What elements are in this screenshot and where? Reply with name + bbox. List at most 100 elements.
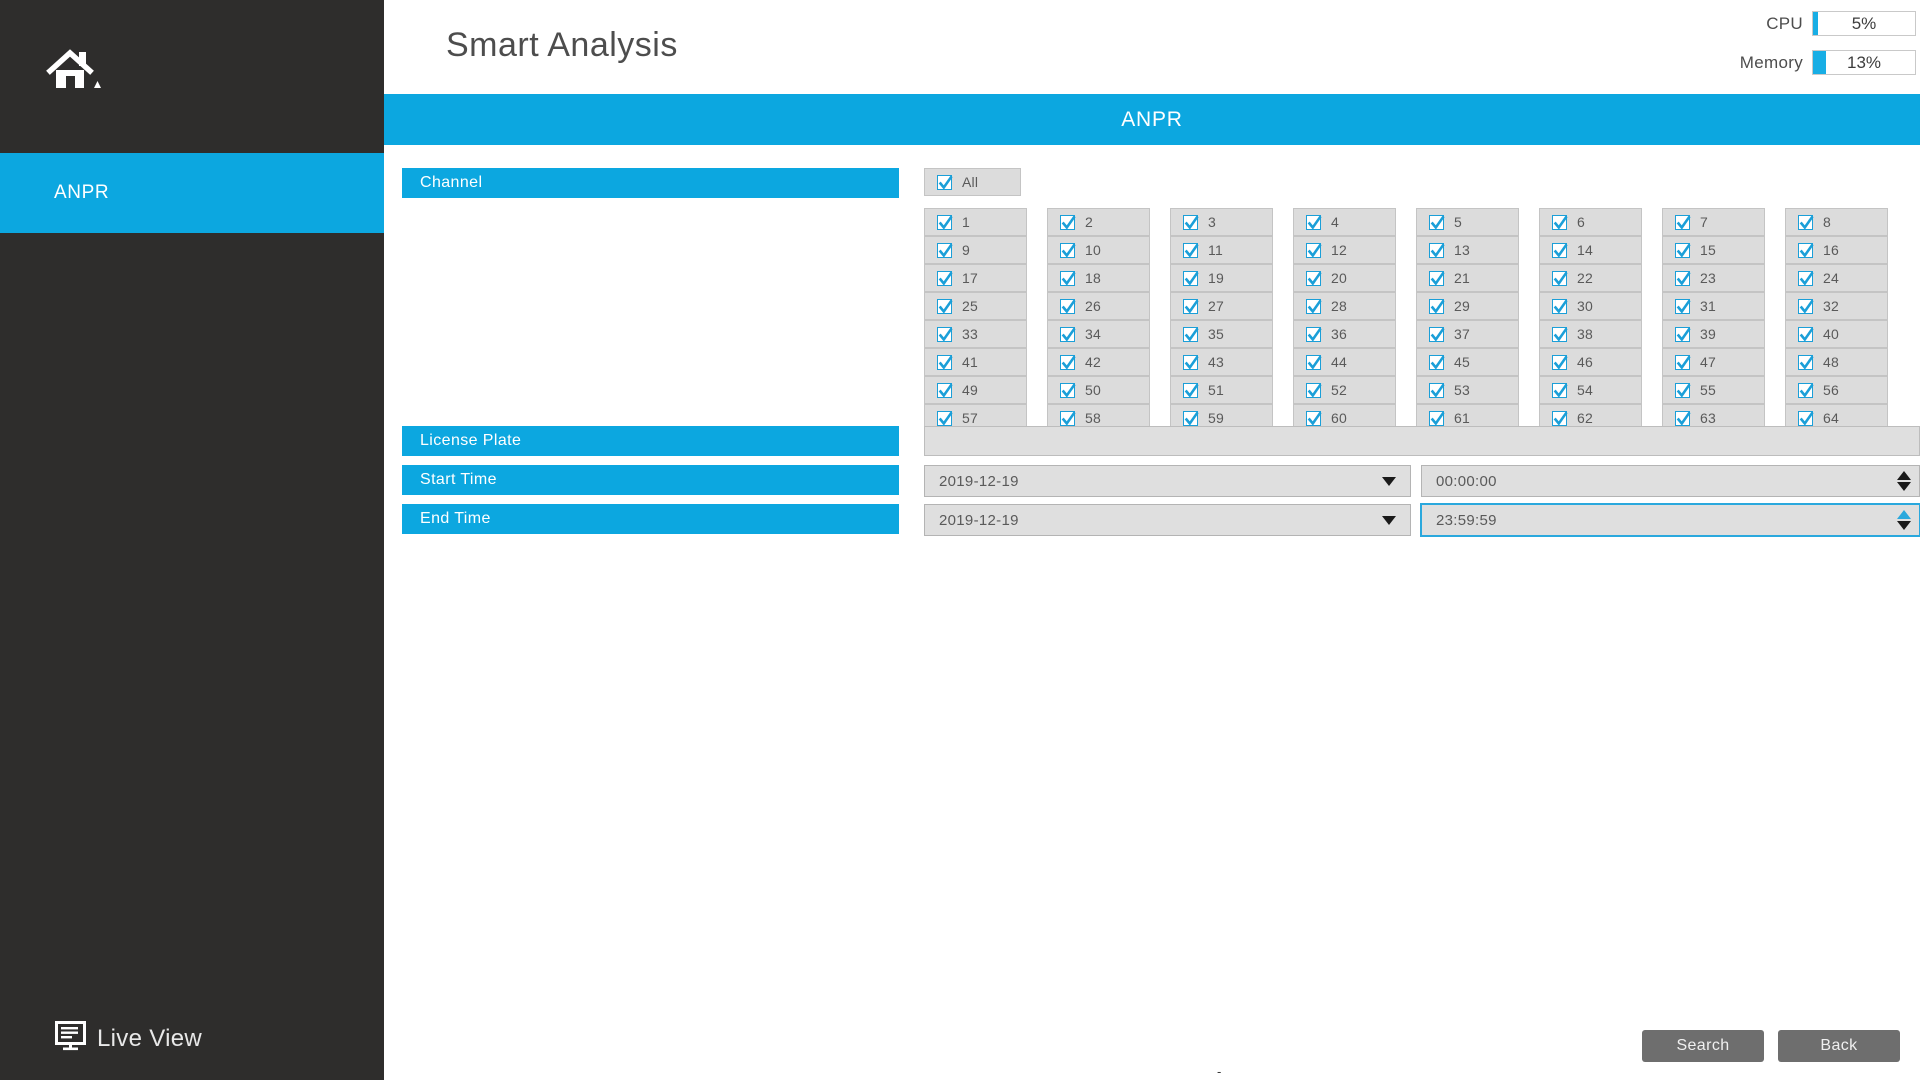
channel-checkbox-15[interactable]: 15: [1662, 236, 1765, 264]
channel-checkbox-56[interactable]: 56: [1785, 376, 1888, 404]
channel-label: 33: [962, 326, 978, 342]
channel-checkbox-27[interactable]: 27: [1170, 292, 1273, 320]
end-date-select[interactable]: 2019-12-19: [924, 504, 1411, 536]
channel-checkbox-19[interactable]: 19: [1170, 264, 1273, 292]
channel-checkbox-10[interactable]: 10: [1047, 236, 1150, 264]
spinner-down-icon[interactable]: [1897, 521, 1911, 530]
channel-checkbox-40[interactable]: 40: [1785, 320, 1888, 348]
channel-checkbox-30[interactable]: 30: [1539, 292, 1642, 320]
spinner-up-icon[interactable]: [1897, 510, 1911, 519]
channel-checkbox-33[interactable]: 33: [924, 320, 1027, 348]
channel-checkbox-2[interactable]: 2: [1047, 208, 1150, 236]
end-time-spinner[interactable]: 23:59:59: [1421, 504, 1920, 536]
channel-label: 22: [1577, 270, 1593, 286]
channel-checkbox-51[interactable]: 51: [1170, 376, 1273, 404]
license-plate-label: License Plate: [402, 426, 899, 456]
channel-checkbox-42[interactable]: 42: [1047, 348, 1150, 376]
channel-label: 20: [1331, 270, 1347, 286]
channel-label: 24: [1823, 270, 1839, 286]
channel-checkbox-8[interactable]: 8: [1785, 208, 1888, 236]
channel-checkbox-55[interactable]: 55: [1662, 376, 1765, 404]
channel-checkbox-39[interactable]: 39: [1662, 320, 1765, 348]
channel-checkbox-46[interactable]: 46: [1539, 348, 1642, 376]
channel-checkbox-21[interactable]: 21: [1416, 264, 1519, 292]
channel-checkbox-47[interactable]: 47: [1662, 348, 1765, 376]
checkbox-icon: [1183, 411, 1198, 426]
channel-checkbox-49[interactable]: 49: [924, 376, 1027, 404]
checkbox-icon: [937, 271, 952, 286]
channel-checkbox-54[interactable]: 54: [1539, 376, 1642, 404]
channel-label: 54: [1577, 382, 1593, 398]
channel-checkbox-53[interactable]: 53: [1416, 376, 1519, 404]
channel-checkbox-12[interactable]: 12: [1293, 236, 1396, 264]
spinner-down-icon[interactable]: [1897, 482, 1911, 491]
channel-checkbox-18[interactable]: 18: [1047, 264, 1150, 292]
checkbox-icon: [1429, 243, 1444, 258]
channel-checkbox-44[interactable]: 44: [1293, 348, 1396, 376]
checkbox-icon: [1798, 299, 1813, 314]
channel-checkbox-28[interactable]: 28: [1293, 292, 1396, 320]
channel-label: 55: [1700, 382, 1716, 398]
channel-checkbox-23[interactable]: 23: [1662, 264, 1765, 292]
checkbox-icon: [1060, 411, 1075, 426]
checkbox-icon: [1183, 355, 1198, 370]
channel-checkbox-6[interactable]: 6: [1539, 208, 1642, 236]
channel-checkbox-7[interactable]: 7: [1662, 208, 1765, 236]
cpu-meter-value: 5%: [1813, 12, 1915, 35]
channel-checkbox-31[interactable]: 31: [1662, 292, 1765, 320]
channel-checkbox-11[interactable]: 11: [1170, 236, 1273, 264]
channel-label: 58: [1085, 410, 1101, 426]
license-plate-input[interactable]: [924, 426, 1920, 456]
home-button[interactable]: [46, 48, 116, 98]
back-button[interactable]: Back: [1778, 1030, 1900, 1062]
channel-checkbox-35[interactable]: 35: [1170, 320, 1273, 348]
monitor-icon: [55, 1020, 88, 1057]
channel-checkbox-13[interactable]: 13: [1416, 236, 1519, 264]
channel-checkbox-43[interactable]: 43: [1170, 348, 1273, 376]
channel-label: 36: [1331, 326, 1347, 342]
channel-checkbox-38[interactable]: 38: [1539, 320, 1642, 348]
channel-checkbox-22[interactable]: 22: [1539, 264, 1642, 292]
footer-buttons: Search Back: [1642, 1030, 1900, 1062]
channel-label: 63: [1700, 410, 1716, 426]
channel-checkbox-50[interactable]: 50: [1047, 376, 1150, 404]
channel-checkbox-45[interactable]: 45: [1416, 348, 1519, 376]
channel-checkbox-25[interactable]: 25: [924, 292, 1027, 320]
channel-checkbox-14[interactable]: 14: [1539, 236, 1642, 264]
header-bar: Smart Analysis CPU 5% Memory 13%: [384, 0, 1920, 94]
channel-label: 25: [962, 298, 978, 314]
sidebar-item-anpr[interactable]: ANPR: [0, 153, 384, 233]
channel-checkbox-26[interactable]: 26: [1047, 292, 1150, 320]
channel-label: 21: [1454, 270, 1470, 286]
channel-checkbox-20[interactable]: 20: [1293, 264, 1396, 292]
channel-checkbox-41[interactable]: 41: [924, 348, 1027, 376]
channel-checkbox-29[interactable]: 29: [1416, 292, 1519, 320]
channel-checkbox-5[interactable]: 5: [1416, 208, 1519, 236]
end-time-value: 23:59:59: [1436, 512, 1897, 529]
search-button[interactable]: Search: [1642, 1030, 1764, 1062]
channel-checkbox-52[interactable]: 52: [1293, 376, 1396, 404]
channel-checkbox-48[interactable]: 48: [1785, 348, 1888, 376]
checkbox-icon: [1798, 355, 1813, 370]
channel-checkbox-16[interactable]: 16: [1785, 236, 1888, 264]
channel-checkbox-4[interactable]: 4: [1293, 208, 1396, 236]
start-date-select[interactable]: 2019-12-19: [924, 465, 1411, 497]
channel-checkbox-24[interactable]: 24: [1785, 264, 1888, 292]
channel-checkbox-34[interactable]: 34: [1047, 320, 1150, 348]
channel-checkbox-1[interactable]: 1: [924, 208, 1027, 236]
channel-checkbox-17[interactable]: 17: [924, 264, 1027, 292]
channel-checkbox-32[interactable]: 32: [1785, 292, 1888, 320]
channel-checkbox-all[interactable]: All: [924, 168, 1021, 196]
channel-label: 60: [1331, 410, 1347, 426]
checkbox-icon: [1306, 355, 1321, 370]
channel-label: 26: [1085, 298, 1101, 314]
spinner-up-icon[interactable]: [1897, 471, 1911, 480]
checkbox-icon: [1552, 243, 1567, 258]
channel-checkbox-9[interactable]: 9: [924, 236, 1027, 264]
channel-checkbox-3[interactable]: 3: [1170, 208, 1273, 236]
channel-checkbox-36[interactable]: 36: [1293, 320, 1396, 348]
live-view-button[interactable]: Live View: [55, 1020, 202, 1057]
channel-checkbox-37[interactable]: 37: [1416, 320, 1519, 348]
channel-label: 29: [1454, 298, 1470, 314]
start-time-spinner[interactable]: 00:00:00: [1421, 465, 1920, 497]
